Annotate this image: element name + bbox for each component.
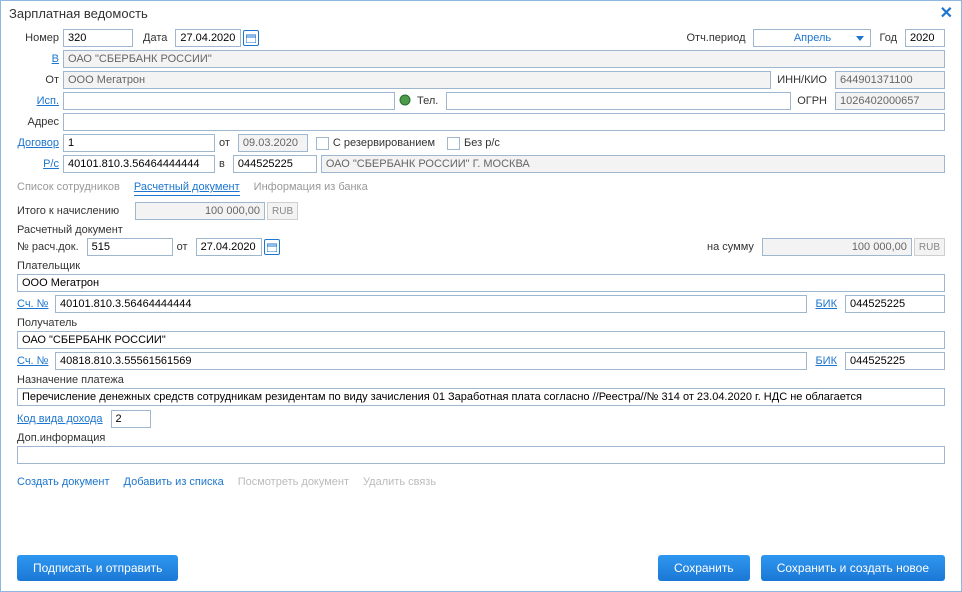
sum-input	[762, 238, 912, 256]
total-input	[135, 202, 265, 220]
sign-send-button[interactable]: Подписать и отправить	[17, 555, 178, 581]
payee-bik-input[interactable]	[845, 352, 945, 370]
docno-input[interactable]	[87, 238, 173, 256]
save-button[interactable]: Сохранить	[658, 555, 750, 581]
account-input[interactable]	[63, 155, 215, 173]
period-label: Отч.период	[686, 32, 749, 44]
to-bank-input[interactable]	[63, 50, 945, 68]
sum-currency: RUB	[914, 238, 945, 256]
ogrn-input	[835, 92, 945, 110]
payee-acc-label[interactable]: Сч. №	[17, 355, 55, 367]
payee-acc-input[interactable]	[55, 352, 807, 370]
date-label: Дата	[143, 32, 171, 44]
payee-section: Получатель	[17, 317, 945, 329]
tel-label: Тел.	[417, 95, 442, 107]
no-account-label: Без р/с	[464, 137, 500, 149]
calendar-icon[interactable]	[264, 239, 280, 255]
isp-input[interactable]	[63, 92, 395, 110]
number-input[interactable]	[63, 29, 133, 47]
extra-input[interactable]	[17, 446, 945, 464]
bik-input[interactable]	[233, 155, 317, 173]
payer-section: Плательщик	[17, 260, 945, 272]
sum-label: на сумму	[707, 241, 758, 253]
total-currency: RUB	[267, 202, 298, 220]
isp-label[interactable]: Исп.	[17, 95, 63, 107]
to-bank-label[interactable]: В	[17, 53, 63, 65]
calc-doc-section: Расчетный документ	[17, 224, 945, 236]
year-input[interactable]	[905, 29, 945, 47]
bank-name-input	[321, 155, 945, 173]
extra-section: Доп.информация	[17, 432, 945, 444]
no-account-checkbox[interactable]	[447, 137, 460, 150]
number-label: Номер	[17, 32, 63, 44]
account-label[interactable]: Р/с	[17, 158, 63, 170]
address-label: Адрес	[17, 116, 63, 128]
footer: Подписать и отправить Сохранить Сохранит…	[17, 555, 945, 581]
close-icon[interactable]: ✕	[940, 3, 953, 23]
address-input[interactable]	[63, 113, 945, 131]
contract-label[interactable]: Договор	[17, 137, 63, 149]
docdate-input[interactable]	[196, 238, 262, 256]
period-select[interactable]: Апрель	[753, 29, 871, 47]
contract-input[interactable]	[63, 134, 215, 152]
payer-name-input[interactable]	[17, 274, 945, 292]
purpose-input[interactable]	[17, 388, 945, 406]
tabs-bar: Список сотрудников Расчетный документ Ин…	[17, 181, 945, 196]
link-create-doc[interactable]: Создать документ	[17, 476, 110, 488]
total-label: Итого к начислению	[17, 205, 135, 217]
link-delete-link: Удалить связь	[363, 476, 436, 488]
income-code-input[interactable]	[111, 410, 151, 428]
inn-input	[835, 71, 945, 89]
tab-bank-info[interactable]: Информация из банка	[254, 181, 368, 196]
from-input[interactable]	[63, 71, 771, 89]
payee-bik-label[interactable]: БИК	[815, 355, 841, 367]
date-input[interactable]	[175, 29, 241, 47]
link-add-from-list[interactable]: Добавить из списка	[124, 476, 224, 488]
globe-icon[interactable]	[397, 94, 411, 109]
payer-bik-label[interactable]: БИК	[815, 298, 841, 310]
contract-date-input	[238, 134, 308, 152]
save-new-button[interactable]: Сохранить и создать новое	[761, 555, 945, 581]
in-label: в	[219, 158, 229, 170]
from-label: От	[17, 74, 63, 86]
payer-acc-input[interactable]	[55, 295, 807, 313]
year-label: Год	[879, 32, 901, 44]
doc-links: Создать документ Добавить из списка Посм…	[17, 476, 945, 488]
ogrn-label: ОГРН	[797, 95, 831, 107]
docdate-from-label: от	[177, 241, 192, 253]
income-code-label[interactable]: Код вида дохода	[17, 413, 107, 425]
calendar-icon[interactable]	[243, 30, 259, 46]
reserve-checkbox[interactable]	[316, 137, 329, 150]
reserve-label: С резервированием	[333, 137, 435, 149]
tel-input[interactable]	[446, 92, 791, 110]
payer-acc-label[interactable]: Сч. №	[17, 298, 55, 310]
contract-from-label: от	[219, 137, 234, 149]
payer-bik-input[interactable]	[845, 295, 945, 313]
purpose-section: Назначение платежа	[17, 374, 945, 386]
docno-label: № расч.док.	[17, 241, 83, 253]
tab-payment-doc[interactable]: Расчетный документ	[134, 181, 240, 196]
payroll-dialog: Зарплатная ведомость ✕ Номер Дата Отч.пе…	[0, 0, 962, 592]
inn-label: ИНН/КИО	[777, 74, 831, 86]
window-title: Зарплатная ведомость	[9, 6, 148, 21]
payee-name-input[interactable]	[17, 331, 945, 349]
titlebar: Зарплатная ведомость ✕	[1, 1, 961, 25]
tab-employees[interactable]: Список сотрудников	[17, 181, 120, 196]
link-view-doc: Посмотреть документ	[238, 476, 349, 488]
